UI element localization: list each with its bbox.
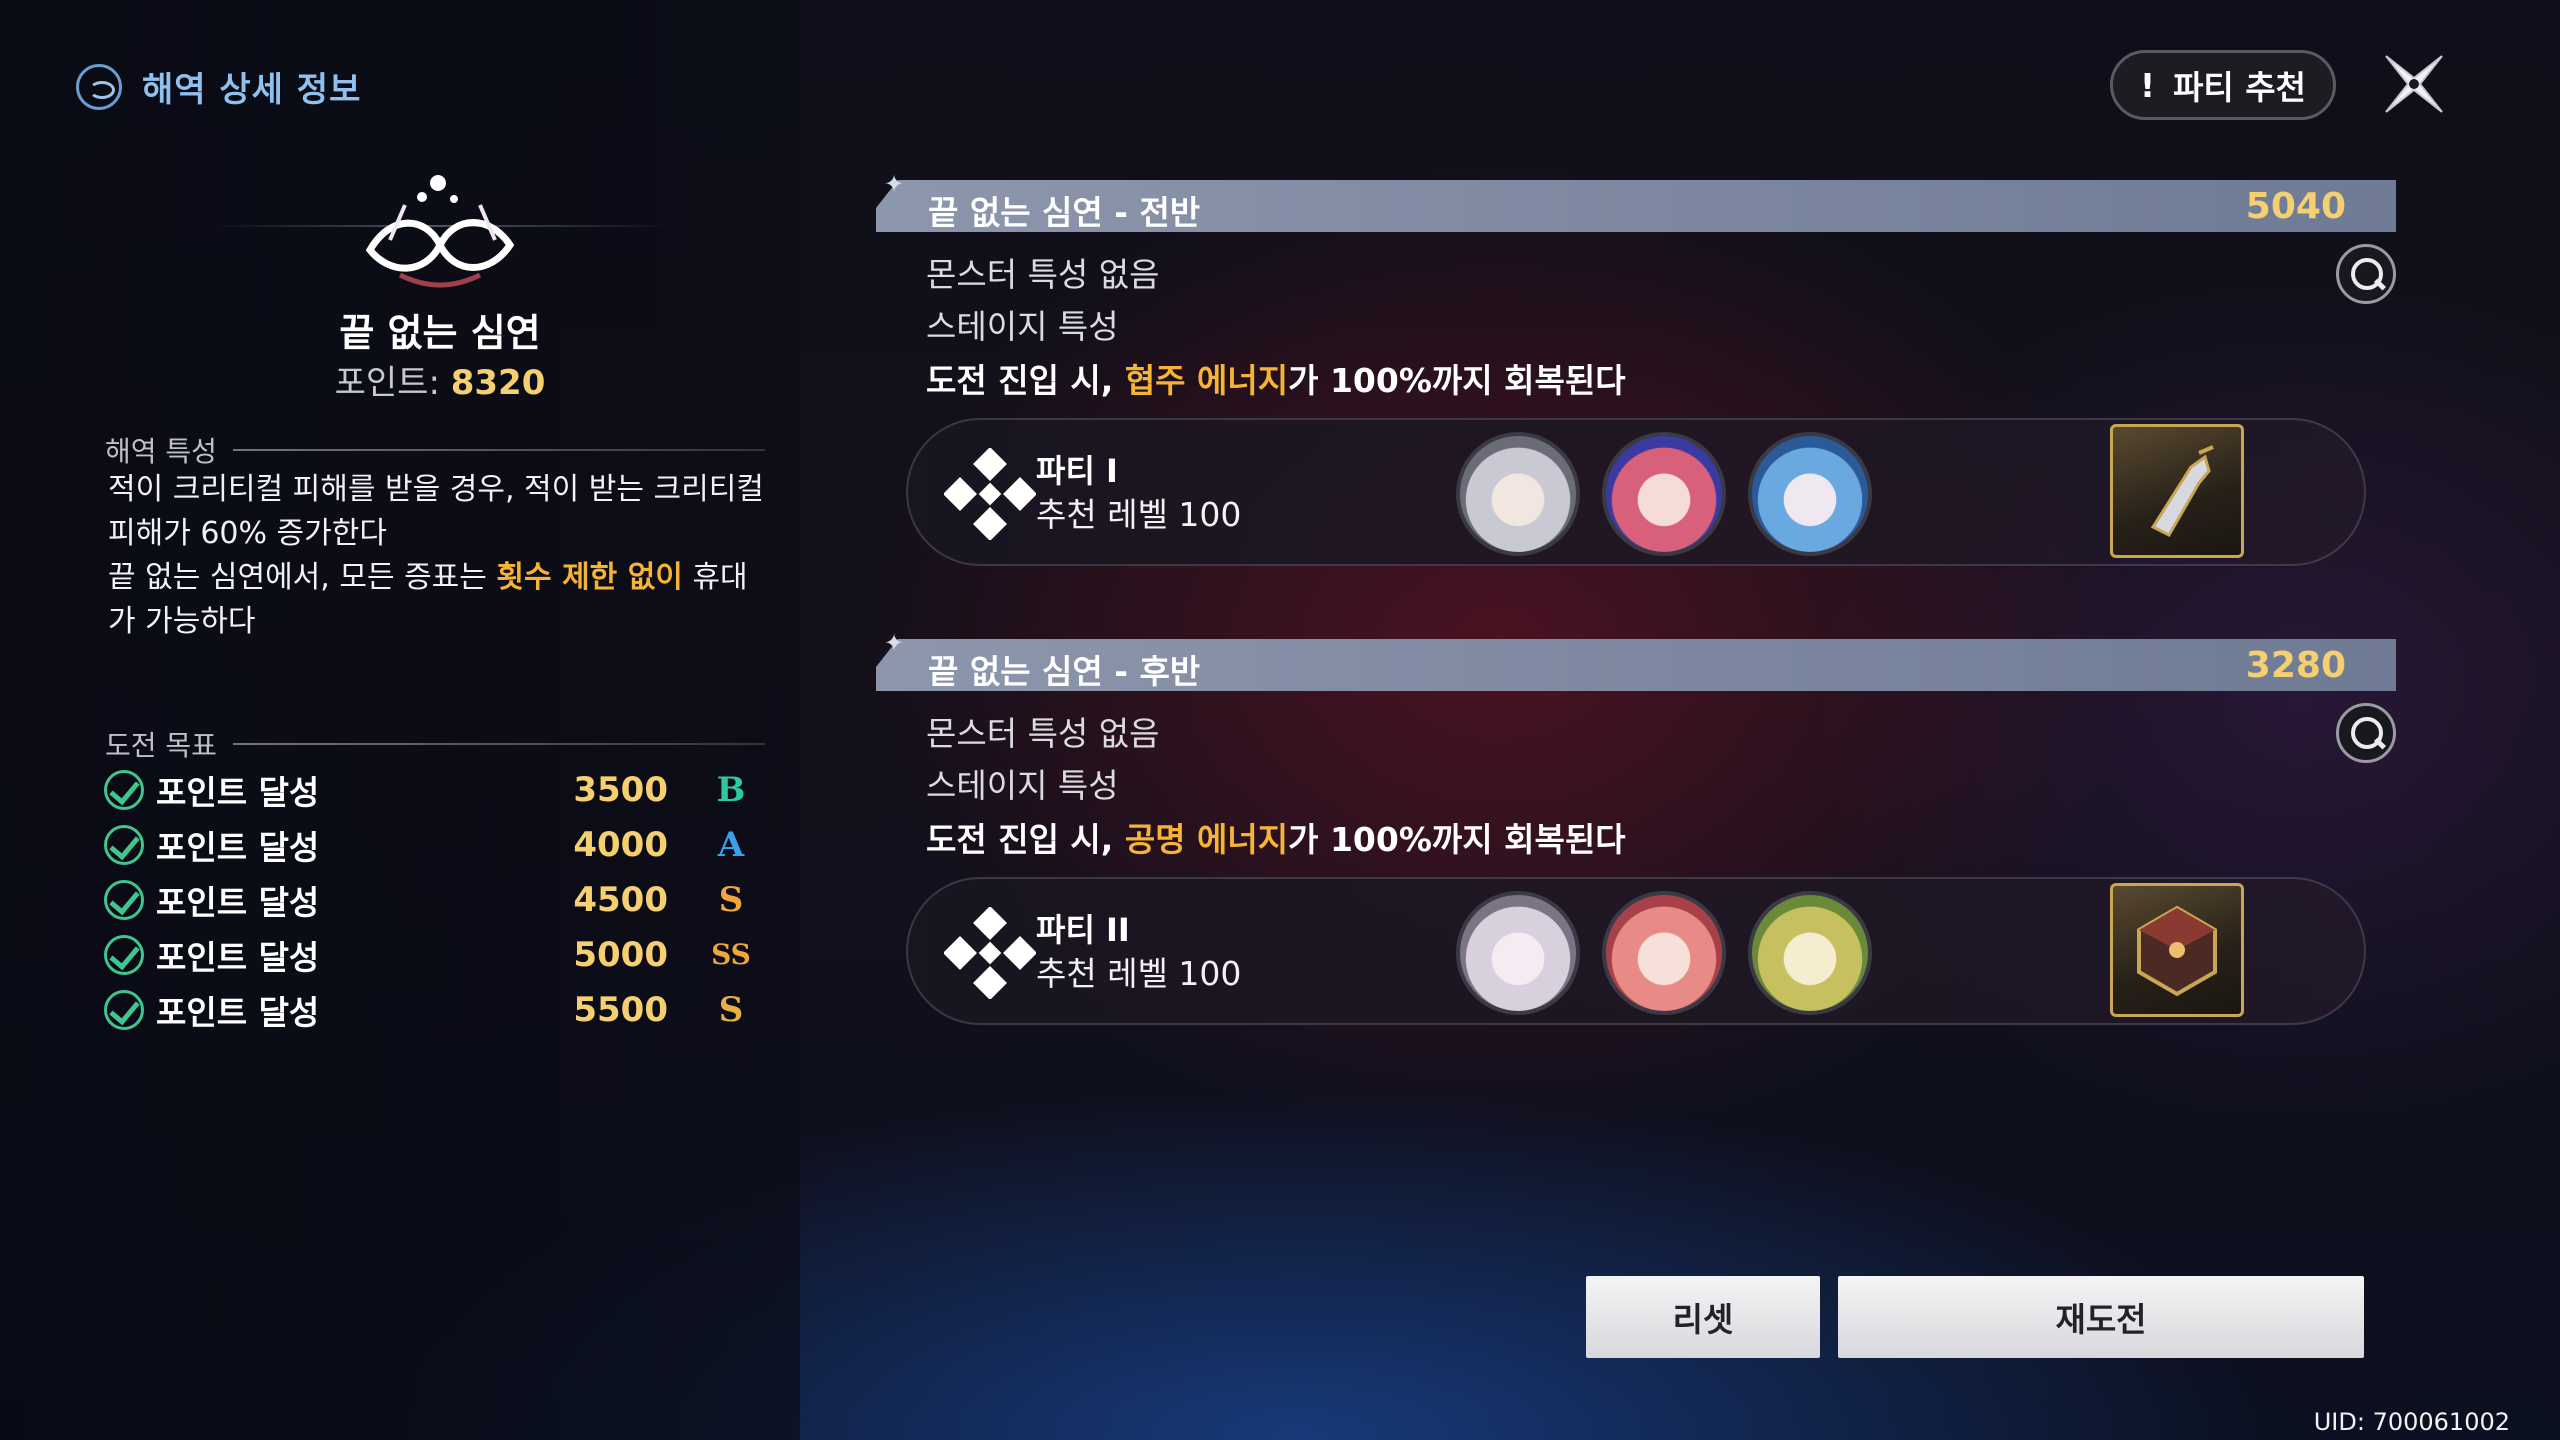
stage-desc-text-a: 도전 진입 시, (926, 361, 1125, 400)
stage-title: 끝 없는 심연 - 후반 (928, 652, 1201, 691)
reset-button[interactable]: 리셋 (1586, 1276, 1820, 1358)
search-icon[interactable] (2336, 244, 2396, 304)
grade-s-icon: S (718, 879, 744, 920)
grade-b-icon: B (716, 769, 746, 810)
goal-label: 포인트 달성 (156, 937, 320, 977)
grade-ss-icon: SS (711, 938, 751, 971)
party-level: 추천 레벨 100 (1036, 495, 1242, 534)
stage-trait-desc: 도전 진입 시, 공명 에너지가 100%까지 회복된다 (926, 813, 1626, 861)
stage-desc-highlight: 협주 에너지 (1124, 361, 1289, 400)
sea-area-icon (76, 63, 122, 110)
goal-row: 포인트 달성 5000 SS (104, 927, 754, 982)
party-name: 파티 I (1036, 452, 1118, 490)
features-divider (232, 449, 765, 451)
goal-value: 5500 (573, 989, 668, 1030)
character-portrait[interactable] (1748, 432, 1872, 556)
goal-value: 3500 (573, 769, 668, 810)
features-section-label: 해역 특성 (105, 430, 765, 470)
check-icon (104, 989, 144, 1030)
party-card[interactable]: 파티 II 추천 레벨 100 (906, 877, 2366, 1025)
party-emblem-icon (944, 448, 1036, 540)
party-emblem-icon (944, 907, 1036, 999)
character-portrait[interactable] (1456, 891, 1580, 1015)
goal-row: 포인트 달성 4000 A (104, 817, 754, 872)
party-card[interactable]: 파티 I 추천 레벨 100 (906, 418, 2366, 566)
feature-line-2: 끝 없는 심연에서, 모든 증표는 횟수 제한 없이 휴대가 가능하다 (108, 556, 768, 644)
character-portrait[interactable] (1602, 432, 1726, 556)
search-icon[interactable] (2336, 703, 2396, 763)
stage-first-half: ✦ 끝 없는 심연 - 전반 5040 몬스터 특성 없음 스테이지 특성 도전… (876, 170, 2396, 580)
goals-divider (232, 743, 765, 745)
goal-label: 포인트 달성 (156, 827, 320, 867)
stage-trait-label: 스테이지 특성 (926, 307, 1119, 346)
sea-area-name: 끝 없는 심연 (339, 311, 541, 355)
character-portrait[interactable] (1602, 891, 1726, 1015)
monster-trait: 몬스터 특성 없음 (926, 714, 1160, 753)
goals-label: 도전 목표 (105, 729, 217, 762)
goal-label: 포인트 달성 (156, 992, 320, 1032)
exclamation-icon: ! (2140, 65, 2156, 105)
sparkle-icon: ✦ (884, 629, 905, 657)
character-portrait[interactable] (1748, 891, 1872, 1015)
monster-trait: 몬스터 특성 없음 (926, 255, 1160, 294)
goals-section-label: 도전 목표 (105, 724, 765, 764)
check-icon (104, 769, 144, 810)
grade-sss-icon: S (718, 989, 744, 1030)
stage-desc-text-b: 가 100%까지 회복된다 (1288, 820, 1626, 859)
check-icon (104, 934, 144, 975)
page-title: 해역 상세 정보 (142, 70, 362, 110)
stage-score: 5040 (2245, 186, 2346, 227)
check-icon (104, 824, 144, 865)
goal-label: 포인트 달성 (156, 882, 320, 922)
feature-line-2-text-a: 끝 없는 심연에서, 모든 증표는 (108, 560, 497, 595)
points-value: 8320 (450, 363, 546, 403)
header: 해역 상세 정보 (76, 62, 361, 111)
goal-row: 포인트 달성 4500 S (104, 872, 754, 927)
sea-area-description: 적이 크리티컬 피해를 받을 경우, 적이 받는 크리티컬 피해가 60% 증가… (108, 468, 768, 644)
abyss-emblem-icon (365, 175, 515, 288)
feature-line-1: 적이 크리티컬 피해를 받을 경우, 적이 받는 크리티컬 피해가 60% 증가… (108, 472, 764, 551)
sea-area-points: 포인트: 8320 (0, 355, 880, 404)
character-portrait[interactable] (1456, 432, 1580, 556)
goal-value: 4500 (573, 879, 668, 920)
stage-second-half: ✦ 끝 없는 심연 - 후반 3280 몬스터 특성 없음 스테이지 특성 도전… (876, 629, 2396, 1039)
stage-desc-text-b: 가 100%까지 회복된다 (1288, 361, 1626, 400)
goal-value: 4000 (573, 824, 668, 865)
stage-desc-highlight: 공명 에너지 (1124, 820, 1289, 859)
stage-title: 끝 없는 심연 - 전반 (928, 193, 1201, 232)
goals-list: 포인트 달성 3500 B 포인트 달성 4000 A 포인트 달성 4500 … (104, 762, 754, 1037)
check-icon (104, 879, 144, 920)
party-level: 추천 레벨 100 (1036, 954, 1242, 993)
stage-trait-label: 스테이지 특성 (926, 766, 1119, 805)
goal-label: 포인트 달성 (156, 772, 320, 812)
feature-line-2-highlight: 횟수 제한 없이 (496, 560, 683, 595)
sparkle-icon: ✦ (884, 170, 905, 198)
uid-label: UID: 700061002 (2313, 1408, 2510, 1436)
party-recommend-label: 파티 추천 (2173, 68, 2306, 107)
stage-desc-text-a: 도전 진입 시, (926, 820, 1125, 859)
points-label: 포인트: (334, 363, 440, 403)
party-name: 파티 II (1036, 911, 1130, 949)
lantern-item-icon[interactable] (2110, 424, 2244, 558)
close-x-icon[interactable] (2380, 50, 2448, 118)
goal-row: 포인트 달성 5500 S (104, 982, 754, 1037)
party-recommend-button[interactable]: ! 파티 추천 (2110, 50, 2336, 120)
goal-row: 포인트 달성 3500 B (104, 762, 754, 817)
goal-value: 5000 (573, 934, 668, 975)
retry-button[interactable]: 재도전 (1838, 1276, 2364, 1358)
features-label: 해역 특성 (105, 435, 217, 468)
stage-trait-desc: 도전 진입 시, 협주 에너지가 100%까지 회복된다 (926, 354, 1626, 402)
dice-item-icon[interactable] (2110, 883, 2244, 1017)
stage-score: 3280 (2245, 645, 2346, 686)
grade-a-icon: A (717, 824, 745, 865)
